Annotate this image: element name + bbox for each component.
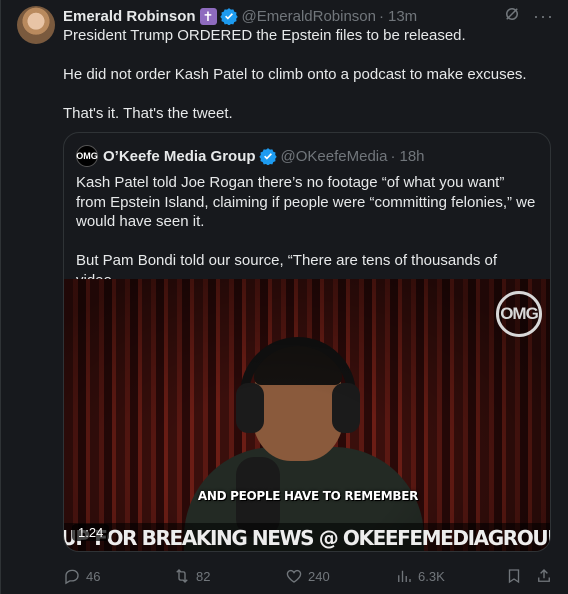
tweet-text-line: That's it. That's the tweet. [63, 105, 233, 122]
view-count: 6.3K [418, 568, 445, 584]
video-banner: SIGN UP FOR BREAKING NEWS @ OKEEFEMEDIAG… [64, 523, 550, 551]
bookmark-icon [508, 569, 520, 584]
video-vignette [64, 279, 550, 551]
quoted-text-line: Kash Patel told Joe Rogan there’s no foo… [76, 174, 536, 230]
latin-cross-icon: ✝ [199, 7, 217, 25]
reply-count: 46 [86, 568, 101, 584]
tweet-text-line [63, 85, 552, 105]
like-count: 240 [308, 568, 330, 584]
quoted-tweet[interactable]: OMG O’Keefe Media Group @OKeefeMedia · 1… [63, 132, 551, 552]
repost-button[interactable]: 82 [173, 567, 210, 585]
heart-icon [286, 569, 302, 583]
like-button[interactable]: 240 [285, 567, 330, 585]
quoted-tweet-timestamp[interactable]: 18h [399, 148, 424, 165]
omg-logo: OMG [496, 291, 542, 337]
quoted-tweet-text: Kash Patel told Joe Rogan there’s no foo… [76, 173, 538, 290]
tweet-card[interactable]: Emerald Robinson ✝ @EmeraldRobinson · 13… [0, 0, 568, 594]
tweet-timestamp[interactable]: 13m [388, 8, 417, 25]
verified-badge-icon [258, 147, 277, 165]
quoted-text-line [76, 232, 538, 252]
tweet-header: Emerald Robinson ✝ @EmeraldRobinson · 13… [63, 6, 554, 26]
author-avatar[interactable] [17, 6, 55, 44]
reply-button[interactable]: 46 [63, 567, 100, 585]
separator-dot: · [390, 147, 396, 165]
more-options-icon[interactable]: ··· [533, 7, 554, 25]
tweet-text: President Trump ORDERED the Epstein file… [63, 26, 552, 124]
repost-count: 82 [196, 568, 211, 584]
share-button[interactable] [535, 567, 553, 585]
separator-dot: · [379, 7, 384, 25]
tweet-text-line: He did not order Kash Patel to climb ont… [63, 66, 527, 83]
reply-icon [65, 569, 79, 585]
tweet-text-line [63, 46, 552, 66]
video-player[interactable]: OMG AND PEOPLE HAVE TO REMEMBER SIGN UP … [64, 279, 550, 551]
bookmark-button[interactable] [505, 567, 523, 585]
author-handle[interactable]: @EmeraldRobinson [242, 8, 376, 25]
quoted-tweet-header: OMG O’Keefe Media Group @OKeefeMedia · 1… [76, 145, 425, 167]
action-bar: 46 82 240 6.3K [63, 565, 553, 587]
quoted-author-name[interactable]: O’Keefe Media Group [103, 148, 256, 165]
share-icon [538, 569, 550, 582]
quoted-author-handle[interactable]: @OKeefeMedia [281, 148, 388, 165]
repost-icon [176, 569, 188, 583]
views-button[interactable]: 6.3K [395, 567, 445, 585]
author-name[interactable]: Emerald Robinson [63, 8, 196, 25]
grok-icon[interactable] [503, 5, 521, 27]
tweet-text-line: President Trump ORDERED the Epstein file… [63, 27, 466, 44]
quoted-author-avatar[interactable]: OMG [76, 145, 98, 167]
video-duration: 1:24 [72, 524, 110, 541]
verified-badge-icon [219, 7, 238, 25]
video-caption: AND PEOPLE HAVE TO REMEMBER [197, 489, 419, 503]
views-chart-icon [398, 570, 411, 582]
